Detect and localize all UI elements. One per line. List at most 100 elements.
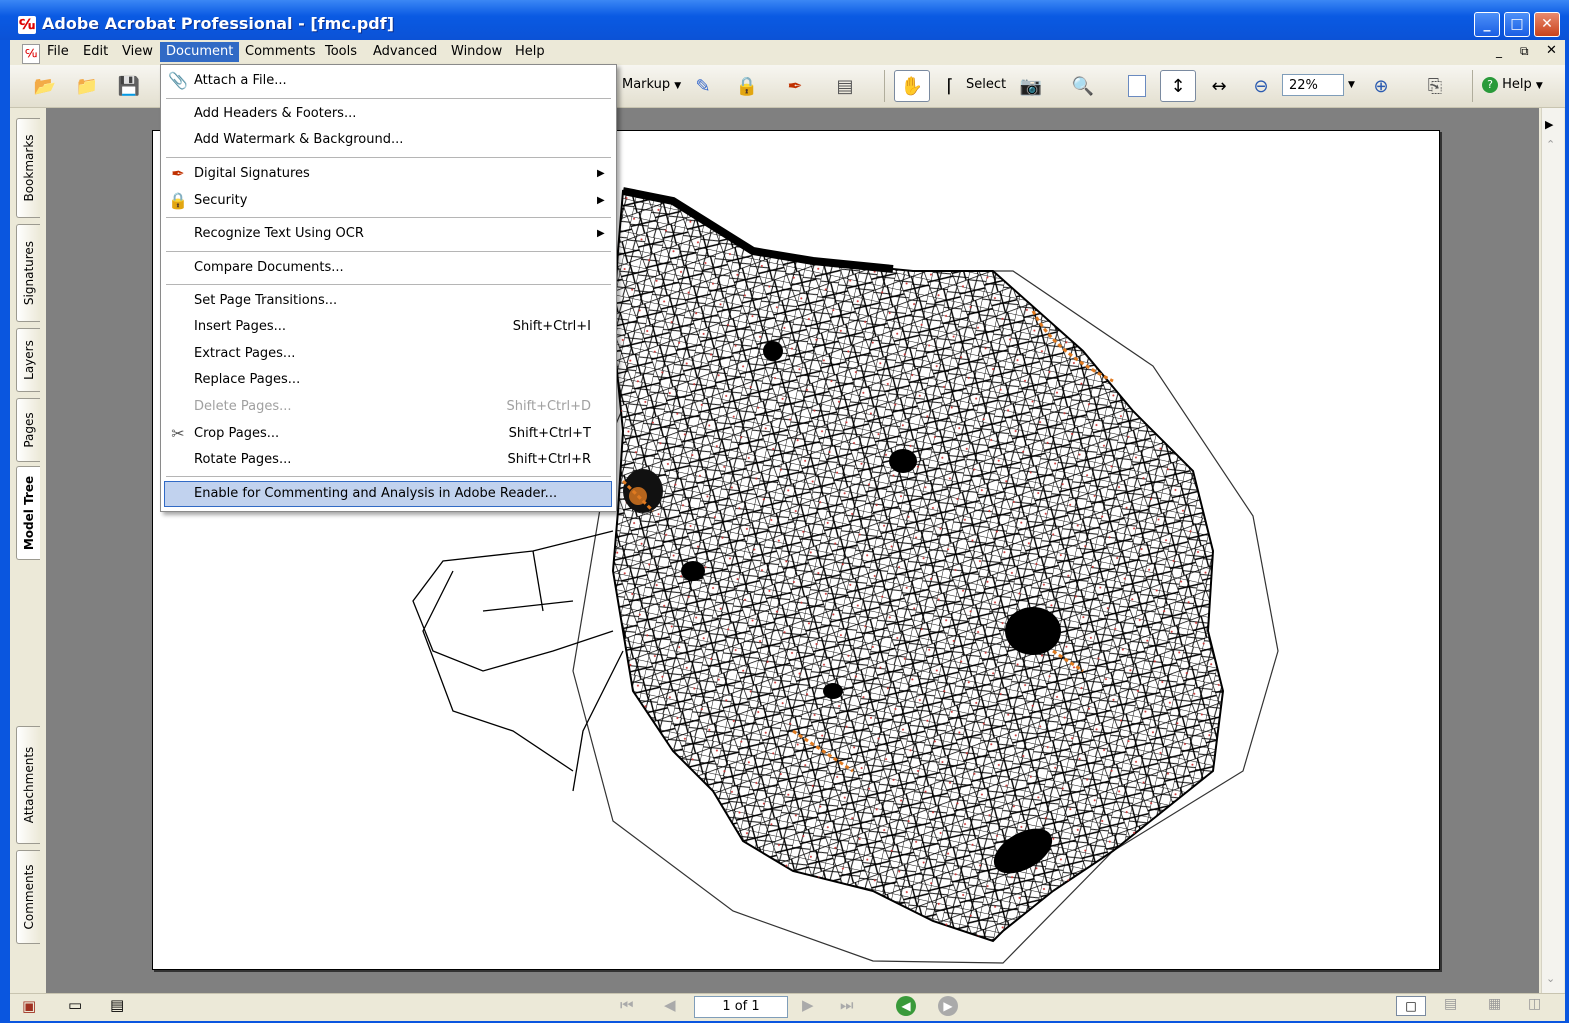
tab-layers[interactable]: Layers [16, 328, 40, 392]
maximize-icon: □ [1510, 16, 1524, 32]
markup-button[interactable]: Markup ▼ [622, 77, 681, 92]
menu-tools[interactable]: Tools [319, 42, 363, 62]
menu-item-add-watermark-background[interactable]: Add Watermark & Background... [194, 129, 403, 151]
tab-signatures[interactable]: Signatures [16, 224, 40, 322]
help-label: Help [1502, 77, 1532, 92]
doc-minimize-button[interactable]: _ [1496, 44, 1502, 58]
expand-pane-icon[interactable]: ▶ [1545, 118, 1553, 131]
zoom-in-tool-icon[interactable]: 🔍 [1070, 73, 1096, 99]
zoom-dropdown-icon[interactable]: ▼ [1348, 80, 1355, 90]
shortcut-delete-pages: Shift+Ctrl+D [506, 399, 591, 414]
first-page-icon[interactable]: ⏮ [620, 996, 634, 1014]
help-button[interactable]: ? Help ▼ [1482, 77, 1543, 93]
menu-item-crop-pages[interactable]: Crop Pages... [194, 423, 279, 445]
menu-item-digital-signatures[interactable]: Digital Signatures [194, 163, 310, 185]
menu-item-extract-pages[interactable]: Extract Pages... [194, 343, 295, 365]
town-cluster [823, 683, 843, 699]
continuous-layout-icon[interactable]: ▤ [1444, 996, 1457, 1012]
previous-page-icon[interactable]: ◀ [664, 996, 676, 1014]
tab-label: Attachments [21, 746, 36, 824]
window-title: Adobe Acrobat Professional - [fmc.pdf] [42, 14, 395, 33]
last-page-icon[interactable]: ⏭ [840, 996, 854, 1014]
menu-separator [166, 157, 611, 158]
maximize-button[interactable]: □ [1504, 12, 1530, 37]
western-roads [412, 530, 624, 792]
scroll-up-icon[interactable]: ⌃ [1546, 138, 1555, 151]
document-properties-icon[interactable]: ▤ [110, 996, 124, 1014]
lock-icon: 🔒 [168, 190, 188, 210]
menu-item-replace-pages[interactable]: Replace Pages... [194, 369, 300, 391]
hand-tool-icon[interactable]: ✋ [894, 70, 930, 102]
menu-item-compare-documents[interactable]: Compare Documents... [194, 257, 344, 279]
shortcut-rotate-pages: Shift+Ctrl+R [507, 452, 592, 467]
menu-file[interactable]: File [41, 42, 75, 62]
forms-icon[interactable]: ▤ [832, 73, 858, 99]
chevron-down-icon: ▼ [1535, 81, 1543, 91]
menu-item-add-headers-footers[interactable]: Add Headers & Footers... [194, 103, 356, 125]
menu-item-attach-file[interactable]: Attach a File... [194, 70, 287, 92]
how-to-icon[interactable]: ▣ [22, 997, 36, 1015]
doc-close-button[interactable]: ✕ [1546, 43, 1557, 58]
menu-separator [166, 251, 611, 252]
continuous-facing-layout-icon[interactable]: ◫ [1528, 996, 1541, 1012]
tab-comments[interactable]: Comments [16, 850, 40, 944]
menu-separator [166, 98, 611, 99]
menu-item-rotate-pages[interactable]: Rotate Pages... [194, 449, 291, 471]
snapshot-icon[interactable]: 📷 [1018, 73, 1044, 99]
menu-document[interactable]: Document [160, 42, 240, 62]
menu-separator [166, 217, 611, 218]
minimize-button[interactable]: _ [1474, 12, 1500, 37]
tab-bookmarks[interactable]: Bookmarks [16, 118, 40, 218]
save-icon[interactable]: 💾 [116, 73, 142, 99]
menu-separator [166, 476, 611, 477]
close-icon: ✕ [1541, 16, 1553, 32]
zoom-out-icon[interactable]: ⊖ [1248, 73, 1274, 99]
tab-model-tree[interactable]: Model Tree [16, 466, 40, 560]
town-cluster [681, 561, 705, 581]
sign-icon[interactable]: ✎ [690, 73, 716, 99]
select-tool-button[interactable]: Select [966, 77, 1006, 92]
pages-menu-icon[interactable]: ⎘ [1422, 73, 1448, 99]
full-screen-icon[interactable]: ▭ [68, 996, 82, 1014]
pen-icon[interactable]: ✒ [782, 73, 808, 99]
submenu-arrow-icon: ▶ [597, 228, 605, 239]
go-back-icon[interactable]: ◀ [896, 996, 916, 1016]
scroll-down-icon[interactable]: ⌄ [1546, 972, 1555, 985]
menu-help[interactable]: Help [509, 42, 551, 62]
fit-page-icon[interactable]: ↕ [1160, 70, 1196, 102]
tab-attachments[interactable]: Attachments [16, 726, 40, 844]
menu-item-set-page-transitions[interactable]: Set Page Transitions... [194, 290, 337, 312]
zoom-input[interactable]: 22% [1282, 74, 1344, 96]
menu-window[interactable]: Window [445, 42, 508, 62]
menu-view[interactable]: View [116, 42, 159, 62]
fit-width-icon[interactable]: ↔ [1206, 73, 1232, 99]
organizer-icon[interactable]: 📁 [74, 73, 100, 99]
page-number-input[interactable]: 1 of 1 [694, 996, 788, 1018]
menu-item-recognize-text-ocr[interactable]: Recognize Text Using OCR [194, 223, 364, 245]
menu-item-security[interactable]: Security [194, 190, 247, 212]
chevron-down-icon: ▼ [674, 81, 682, 91]
doc-restore-button[interactable]: ⧉ [1520, 44, 1529, 59]
facing-layout-icon[interactable]: ▦ [1488, 996, 1501, 1012]
menu-item-insert-pages[interactable]: Insert Pages... [194, 316, 286, 338]
vertical-scrollbar[interactable] [1541, 108, 1564, 993]
next-page-icon[interactable]: ▶ [802, 996, 814, 1014]
open-icon[interactable]: 📂 [32, 73, 58, 99]
toolbar-divider [884, 70, 885, 102]
lock-icon[interactable]: 🔒 [734, 73, 760, 99]
tab-label: Signatures [21, 240, 36, 306]
close-button[interactable]: ✕ [1534, 12, 1560, 37]
shortcut-crop-pages: Shift+Ctrl+T [508, 426, 591, 441]
tab-pages[interactable]: Pages [16, 398, 40, 462]
menu-separator [166, 284, 611, 285]
menu-advanced[interactable]: Advanced [367, 42, 443, 62]
menu-edit[interactable]: Edit [77, 42, 114, 62]
shortcut-insert-pages: Shift+Ctrl+I [512, 319, 591, 334]
go-forward-icon[interactable]: ▶ [938, 996, 958, 1016]
town-cluster [1005, 607, 1061, 655]
zoom-in-icon[interactable]: ⊕ [1368, 73, 1394, 99]
single-page-layout-icon[interactable]: □ [1396, 996, 1426, 1016]
menu-item-enable-commenting-analysis[interactable]: Enable for Commenting and Analysis in Ad… [194, 483, 557, 505]
actual-size-icon[interactable] [1124, 73, 1150, 99]
menu-comments[interactable]: Comments [239, 42, 321, 62]
